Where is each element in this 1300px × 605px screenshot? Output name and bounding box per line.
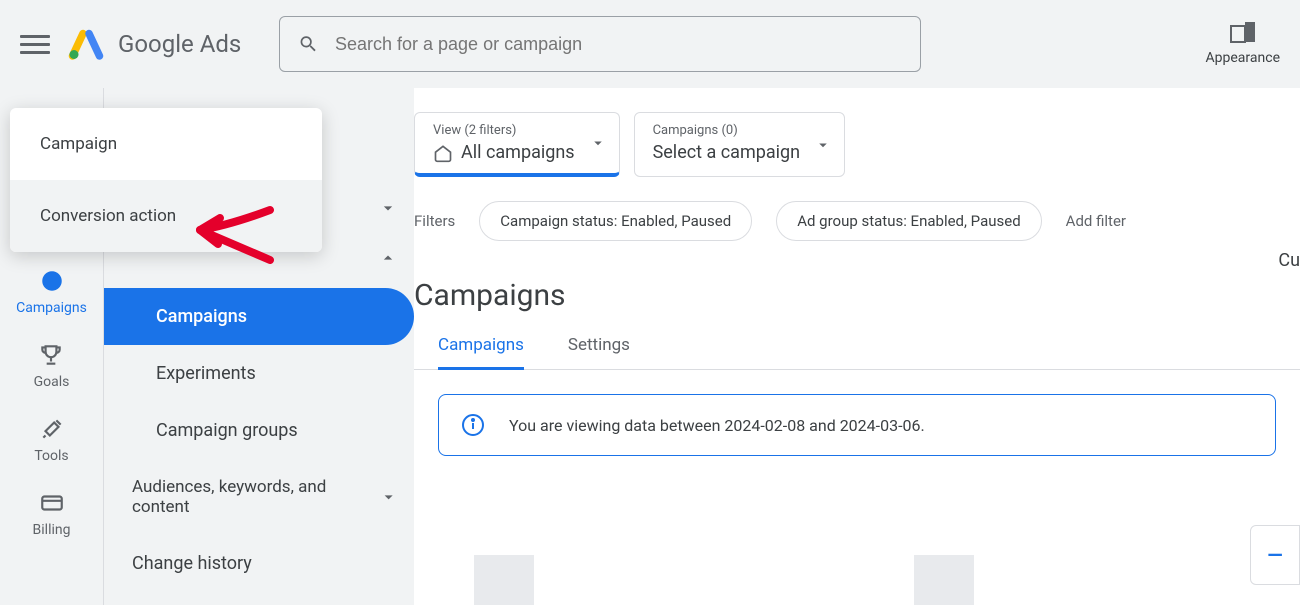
logo[interactable]: Google Ads (68, 26, 241, 62)
trophy-icon (38, 342, 64, 368)
nav-item-audiences-label: Audiences, keywords, and content (132, 477, 379, 517)
add-filter-button[interactable]: Add filter (1066, 212, 1126, 230)
campaign-selector[interactable]: Campaigns (0) Select a campaign (634, 112, 846, 177)
rail-item-billing[interactable]: Billing (33, 490, 71, 538)
chevron-up-icon[interactable] (378, 248, 398, 268)
tools-icon (39, 416, 65, 442)
popup-item-conversion-action[interactable]: Conversion action (10, 180, 322, 252)
campaign-selector-label: Select a campaign (653, 142, 801, 163)
view-selector-small: View (2 filters) (433, 123, 575, 138)
appearance-button[interactable]: Appearance (1206, 22, 1280, 66)
popup-item-campaign[interactable]: Campaign (10, 108, 322, 180)
edge-text: Cu (1278, 250, 1300, 271)
rail-item-campaigns[interactable]: Campaigns (16, 268, 87, 316)
rail-item-tools[interactable]: Tools (34, 416, 68, 464)
rail-label-campaigns: Campaigns (16, 300, 87, 316)
content-tabs: Campaigns Settings (414, 335, 1300, 370)
tab-campaigns[interactable]: Campaigns (438, 335, 524, 369)
rail-label-billing: Billing (33, 522, 71, 538)
nav-item-campaign-groups[interactable]: Campaign groups (104, 402, 414, 459)
google-ads-logo-icon (68, 26, 104, 62)
content: View (2 filters) All campaigns Campaigns… (414, 88, 1300, 605)
chevron-down-icon (379, 487, 398, 507)
rail-item-goals[interactable]: Goals (34, 342, 70, 390)
chevron-down-icon[interactable] (378, 198, 398, 218)
info-banner: You are viewing data between 2024-02-08 … (438, 394, 1276, 456)
rail-label-tools: Tools (34, 448, 68, 464)
tab-settings[interactable]: Settings (568, 335, 630, 369)
filter-chip-campaign-status[interactable]: Campaign status: Enabled, Paused (479, 201, 752, 241)
home-icon (433, 143, 453, 163)
info-text: You are viewing data between 2024-02-08 … (509, 416, 925, 435)
campaigns-icon (39, 268, 65, 294)
search-icon (298, 33, 319, 55)
info-icon (461, 413, 485, 437)
nav-item-change-history[interactable]: Change history (104, 535, 414, 592)
view-selector-label: All campaigns (461, 142, 575, 163)
search-input[interactable] (335, 34, 902, 55)
menu-icon[interactable] (20, 30, 50, 59)
nav-item-experiments[interactable]: Experiments (104, 345, 414, 402)
product-name: Google Ads (118, 30, 241, 58)
filters-label: Filters (414, 212, 455, 230)
appearance-icon (1230, 22, 1256, 44)
topbar: Google Ads Appearance (0, 0, 1300, 88)
search-input-container[interactable] (279, 16, 921, 72)
chevron-down-icon (814, 136, 832, 154)
skeleton-placeholder (464, 555, 1300, 605)
rail-label-goals: Goals (34, 374, 70, 390)
chevron-down-icon (589, 134, 607, 152)
campaign-selector-small: Campaigns (0) (653, 123, 801, 138)
page-title: Campaigns (414, 278, 1300, 313)
create-popup: Campaign Conversion action (10, 108, 322, 252)
appearance-label: Appearance (1206, 50, 1280, 66)
nav-item-campaigns[interactable]: Campaigns (104, 288, 414, 345)
filter-chip-adgroup-status[interactable]: Ad group status: Enabled, Paused (776, 201, 1041, 241)
view-selector[interactable]: View (2 filters) All campaigns (414, 112, 620, 177)
nav-item-audiences[interactable]: Audiences, keywords, and content (104, 459, 414, 535)
billing-icon (39, 490, 65, 516)
